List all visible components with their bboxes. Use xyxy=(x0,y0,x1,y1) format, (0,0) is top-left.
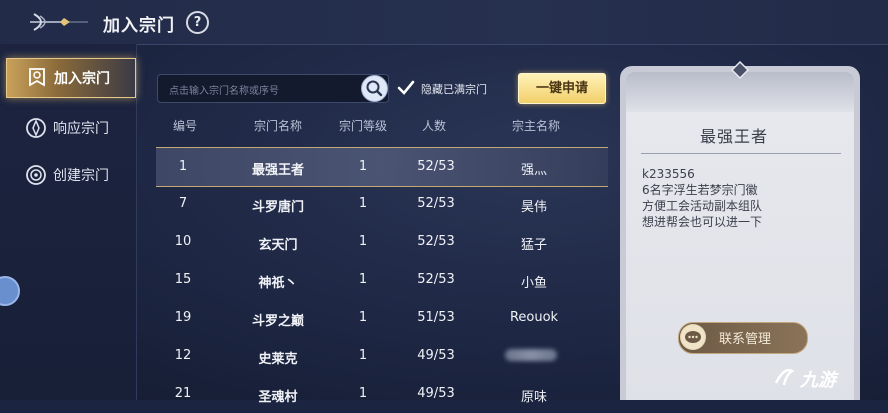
cell-name: 玄天门 xyxy=(258,238,298,253)
cell-name: 神祇丶 xyxy=(258,276,298,291)
side-float-button[interactable] xyxy=(0,276,20,306)
contact-admin-label: 联系管理 xyxy=(719,332,772,347)
sidebar-item-label: 加入宗门 xyxy=(54,71,110,87)
cell-members: 52/53 xyxy=(417,196,455,211)
cell-id: 1 xyxy=(178,159,188,174)
sidebar: 加入宗门 响应宗门 创建宗门 xyxy=(0,44,137,400)
search-icon xyxy=(366,80,383,97)
cell-id: 12 xyxy=(174,348,192,363)
table-row[interactable]: 7 斗罗唐门 1 52/53 昊伟 xyxy=(156,185,608,223)
cell-name: 史莱克 xyxy=(258,352,298,367)
compass-icon xyxy=(26,118,46,138)
divider xyxy=(641,153,841,154)
watermark-text: 九游 xyxy=(800,370,836,391)
search-placeholder: 点击输入宗门名称或序号 xyxy=(169,86,279,97)
watermark-logo-icon xyxy=(774,369,795,386)
cell-level: 1 xyxy=(358,386,368,401)
table-header: 编号 宗门名称 宗门等级 人数 宗主名称 xyxy=(156,117,606,137)
sword-emblem-icon xyxy=(30,13,88,31)
cell-members: 52/53 xyxy=(417,272,455,287)
cell-level: 1 xyxy=(358,234,368,249)
apply-all-button[interactable]: 一键申请 xyxy=(518,73,606,104)
hide-full-checkbox[interactable] xyxy=(396,78,416,98)
help-icon[interactable]: ? xyxy=(186,11,209,34)
cell-leader: 原味 xyxy=(520,390,548,405)
cell-id: 10 xyxy=(174,234,192,249)
redacted-leader-name xyxy=(505,349,557,361)
sidebar-item-label: 响应宗门 xyxy=(53,121,109,137)
cell-name: 斗罗唐门 xyxy=(251,200,305,215)
hide-full-label: 隐藏已满宗门 xyxy=(421,83,487,96)
sidebar-item-label: 创建宗门 xyxy=(53,168,109,184)
cell-level: 1 xyxy=(358,348,368,363)
cell-leader: 小鱼 xyxy=(520,276,548,291)
column-header-name: 宗门名称 xyxy=(253,119,303,133)
cell-level: 1 xyxy=(358,272,368,287)
cell-leader: 猛子 xyxy=(520,238,548,253)
top-bar: 加入宗门 ? xyxy=(0,0,888,45)
column-header-id: 编号 xyxy=(172,119,198,133)
cell-level: 1 xyxy=(358,310,368,325)
table-row[interactable]: 21 圣魂村 1 49/53 原味 xyxy=(156,375,608,413)
cell-id: 15 xyxy=(174,272,192,287)
column-header-leader: 宗主名称 xyxy=(511,119,561,133)
cell-id: 21 xyxy=(174,386,192,401)
guild-description: k233556 6名字浮生若梦宗门徽 方便工会活动副本组队 想进帮会也可以进一下 xyxy=(642,167,763,229)
target-icon xyxy=(26,165,46,185)
cell-leader: 昊伟 xyxy=(520,200,548,215)
banner-icon xyxy=(29,68,45,87)
search-button[interactable] xyxy=(361,75,388,102)
table-row[interactable]: 19 斗罗之巅 1 51/53 Reouok xyxy=(156,299,608,337)
cell-leader: 强灬 xyxy=(520,163,548,178)
cell-name: 斗罗之巅 xyxy=(251,314,305,329)
guild-detail-title: 最强王者 xyxy=(700,127,769,146)
cell-level: 1 xyxy=(358,196,368,211)
column-header-level: 宗门等级 xyxy=(338,119,388,133)
cell-leader: Reouok xyxy=(509,310,559,325)
table-row[interactable]: 10 玄天门 1 52/53 猛子 xyxy=(156,223,608,261)
chat-bubble-icon xyxy=(680,324,706,350)
cell-name: 圣魂村 xyxy=(258,390,298,405)
sidebar-item-create[interactable]: 创建宗门 xyxy=(0,156,136,194)
page-title: 加入宗门 xyxy=(103,16,175,36)
cell-name: 最强王者 xyxy=(251,163,305,178)
cell-members: 49/53 xyxy=(417,386,455,401)
sidebar-item-join[interactable]: 加入宗门 xyxy=(6,58,136,98)
cell-id: 7 xyxy=(178,196,188,211)
cell-members: 52/53 xyxy=(417,234,455,249)
diamond-ornament-icon xyxy=(730,60,750,80)
table-row[interactable]: 1 最强王者 1 52/53 强灬 xyxy=(156,147,608,187)
cell-members: 51/53 xyxy=(417,310,455,325)
column-header-members: 人数 xyxy=(421,119,447,133)
cell-members: 49/53 xyxy=(417,348,455,363)
search-input[interactable]: 点击输入宗门名称或序号 xyxy=(157,74,389,103)
table-row[interactable]: 15 神祇丶 1 52/53 小鱼 xyxy=(156,261,608,299)
sidebar-item-respond[interactable]: 响应宗门 xyxy=(0,109,136,147)
cell-id: 19 xyxy=(174,310,192,325)
cell-members: 52/53 xyxy=(417,159,455,174)
cell-level: 1 xyxy=(358,159,368,174)
